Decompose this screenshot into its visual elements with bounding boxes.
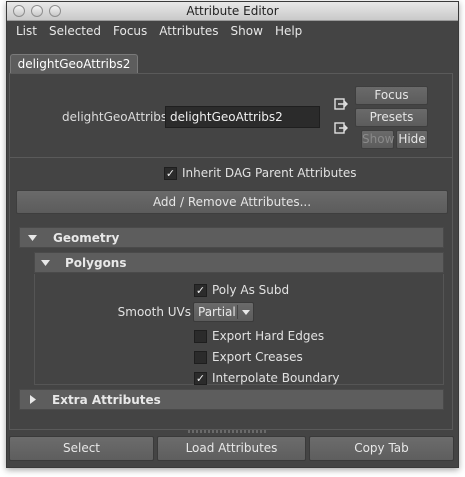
polygons-section-label: Polygons: [65, 256, 127, 270]
expand-arrow-icon: [30, 395, 36, 404]
smooth-uvs-label: Smooth UVs: [117, 305, 191, 319]
hide-button[interactable]: Hide: [396, 130, 428, 149]
menu-selected[interactable]: Selected: [43, 21, 107, 41]
zoom-window-button[interactable]: [49, 5, 61, 17]
menu-bar: List Selected Focus Attributes Show Help: [7, 21, 458, 41]
export-creases-label: Export Creases: [212, 350, 303, 364]
focus-input-icon[interactable]: [334, 98, 348, 110]
extra-attributes-section-header[interactable]: Extra Attributes: [19, 389, 444, 410]
attribute-panel: delightGeoAttribs: Focus Presets Show Hi…: [9, 73, 453, 430]
divider: [10, 157, 452, 158]
title-bar[interactable]: Attribute Editor: [7, 2, 458, 21]
window-title: Attribute Editor: [186, 4, 279, 18]
inherit-dag-label: Inherit DAG Parent Attributes: [182, 166, 357, 180]
interpolate-boundary-label: Interpolate Boundary: [212, 371, 340, 385]
interpolate-boundary-checkbox[interactable]: ✓: [194, 372, 207, 385]
smooth-uvs-dropdown[interactable]: Partial: [193, 302, 254, 322]
collapse-arrow-icon: [28, 235, 37, 241]
menu-help[interactable]: Help: [269, 21, 308, 41]
minimize-window-button[interactable]: [31, 5, 43, 17]
geometry-section-header[interactable]: Geometry: [19, 227, 444, 248]
node-name-label: delightGeoAttribs:: [62, 110, 172, 124]
polygons-section-header[interactable]: Polygons: [34, 252, 444, 273]
window-controls: [13, 5, 61, 17]
focus-button[interactable]: Focus: [355, 86, 428, 105]
copy-tab-button[interactable]: Copy Tab: [309, 436, 454, 461]
menu-show[interactable]: Show: [225, 21, 269, 41]
focus-output-icon[interactable]: [334, 122, 348, 134]
close-window-button[interactable]: [13, 5, 25, 17]
show-button[interactable]: Show: [361, 130, 394, 149]
resize-grip[interactable]: [188, 430, 268, 433]
menu-focus[interactable]: Focus: [107, 21, 153, 41]
tab-delightgeoattribs2[interactable]: delightGeoAttribs2: [10, 54, 138, 73]
menu-list[interactable]: List: [7, 21, 43, 41]
select-button[interactable]: Select: [9, 436, 154, 461]
export-creases-checkbox[interactable]: [194, 351, 207, 364]
dropdown-separator: [237, 305, 238, 319]
smooth-uvs-value: Partial: [198, 305, 236, 319]
presets-button[interactable]: Presets: [355, 108, 428, 127]
collapse-arrow-icon: [41, 260, 50, 266]
inherit-dag-checkbox[interactable]: ✓: [164, 167, 177, 180]
chevron-down-icon: [242, 310, 250, 315]
extra-attributes-section-label: Extra Attributes: [52, 393, 161, 407]
export-hard-edges-checkbox[interactable]: [194, 330, 207, 343]
poly-as-subd-checkbox[interactable]: ✓: [194, 284, 207, 297]
node-name-field[interactable]: [165, 106, 320, 128]
export-hard-edges-label: Export Hard Edges: [212, 329, 325, 343]
geometry-section-label: Geometry: [53, 231, 120, 245]
poly-as-subd-label: Poly As Subd: [212, 283, 290, 297]
load-attributes-button[interactable]: Load Attributes: [157, 436, 306, 461]
add-remove-attributes-button[interactable]: Add / Remove Attributes...: [16, 190, 448, 214]
menu-attributes[interactable]: Attributes: [153, 21, 224, 41]
